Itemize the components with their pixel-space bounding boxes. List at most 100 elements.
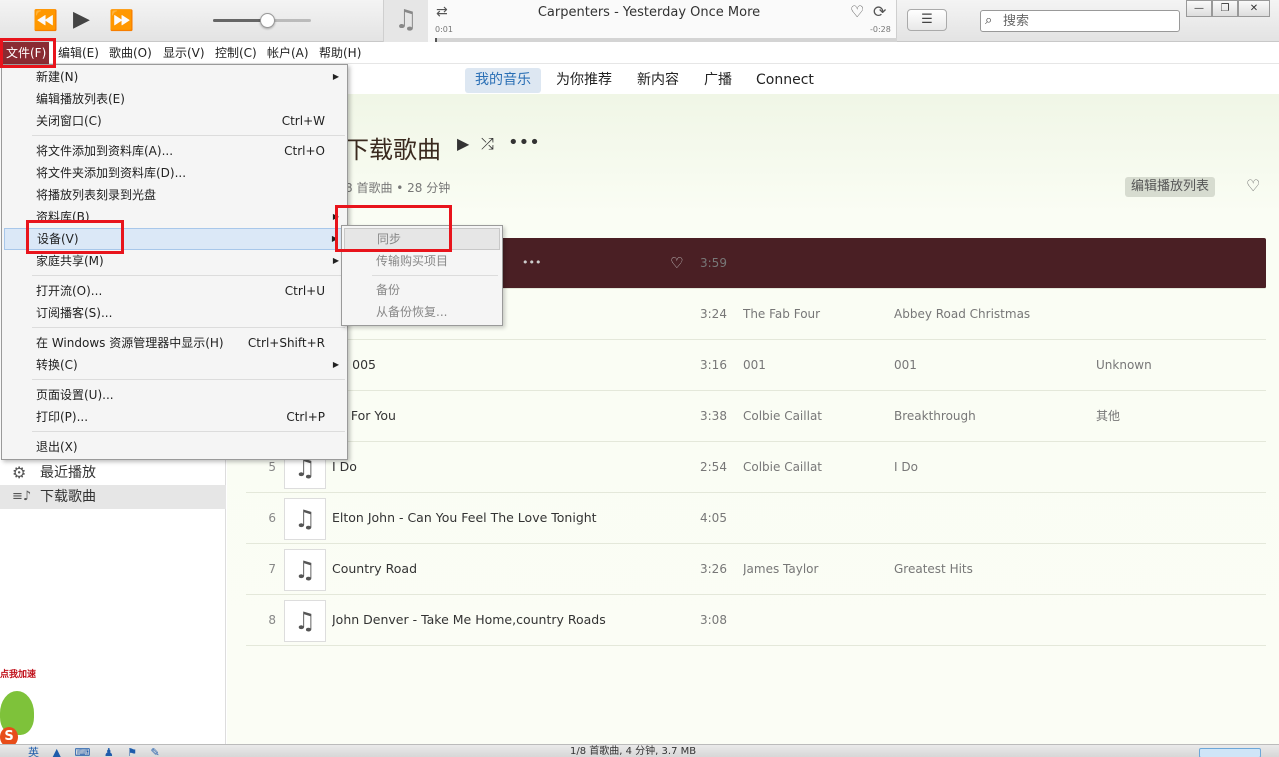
minimize-button[interactable]: — xyxy=(1186,0,1212,17)
more-icon[interactable]: ••• xyxy=(522,238,542,288)
submenu-label: 从备份恢复... xyxy=(376,305,448,319)
volume-knob[interactable] xyxy=(259,13,275,28)
play-icon[interactable]: ▶ xyxy=(73,8,90,32)
file-menu-new[interactable]: 新建(N) ▶ xyxy=(4,66,345,88)
accelerator-widget[interactable]: 点我加速 S xyxy=(0,665,40,747)
menu-edit[interactable]: 编辑(E) xyxy=(55,42,102,64)
album-art: ♫ xyxy=(284,498,326,540)
track-number: 7 xyxy=(268,562,276,576)
file-menu-page-setup[interactable]: 页面设置(U)... xyxy=(4,384,345,406)
sidebar-item-recently-played[interactable]: ⚙ 最近播放 xyxy=(0,461,226,485)
search-input[interactable] xyxy=(1003,12,1175,30)
file-menu-devices[interactable]: 设备(V) ▶ xyxy=(4,228,345,250)
file-menu-convert[interactable]: 转换(C) ▶ xyxy=(4,354,345,376)
tab-connect[interactable]: Connect xyxy=(746,68,824,93)
track-album xyxy=(894,238,1089,288)
playlist-view: 下载歌曲 ▶ ⤮ ••• 8 首歌曲 • 28 分钟 编辑播放列表 ♡ re••… xyxy=(227,94,1279,744)
file-menu-close-window[interactable]: 关闭窗口(C) Ctrl+W xyxy=(4,110,345,132)
previous-track-icon[interactable]: ⏪ xyxy=(33,8,58,32)
heart-icon[interactable]: ♡ xyxy=(670,238,690,288)
menu-item-label: 退出(X) xyxy=(36,440,78,454)
restore-button[interactable]: ❐ xyxy=(1212,0,1238,17)
file-menu-add-folder[interactable]: 将文件夹添加到资料库(D)... xyxy=(4,162,345,184)
music-note-icon: ♫ xyxy=(384,0,428,42)
file-menu-add-file[interactable]: 将文件添加到资料库(A)... Ctrl+O xyxy=(4,140,345,162)
menu-item-shortcut: Ctrl+W xyxy=(281,114,325,128)
tab-for-you[interactable]: 为你推荐 xyxy=(546,68,622,93)
file-menu-print[interactable]: 打印(P)... Ctrl+P xyxy=(4,406,345,428)
menu-separator xyxy=(32,275,345,276)
up-next-list-button[interactable]: ☰ xyxy=(907,9,947,31)
track-artist xyxy=(743,493,888,543)
album-art: ♫ xyxy=(284,549,326,591)
next-track-icon[interactable]: ⏩ xyxy=(109,8,134,32)
submenu-transfer-purchases[interactable]: 传输购买项目 xyxy=(344,250,500,272)
volume-fill xyxy=(213,19,267,22)
menu-account[interactable]: 帐户(A) xyxy=(264,42,312,64)
file-menu-subscribe-podcast[interactable]: 订阅播客(S)... xyxy=(4,302,345,324)
track-artist: James Taylor xyxy=(743,562,819,576)
menu-item-label: 将播放列表刻录到光盘 xyxy=(36,188,157,202)
track-row[interactable]: 6 ♫ Elton John - Can You Feel The Love Ton… xyxy=(246,493,1266,544)
submenu-backup[interactable]: 备份 xyxy=(344,279,500,301)
tray-icons[interactable]: 英 ▲ ⌨ ♟ ⚑ ✎ xyxy=(28,744,165,757)
more-icon[interactable]: ••• xyxy=(508,132,540,153)
menu-item-label: 订阅播客(S)... xyxy=(36,306,113,320)
file-menu-exit[interactable]: 退出(X) xyxy=(4,436,345,458)
play-icon[interactable]: ▶ xyxy=(457,134,469,153)
now-playing-display: ♫ ⇄ Carpenters - Yesterday Once More ♡ ⟳… xyxy=(383,0,897,42)
file-menu-library[interactable]: 资料库(B) ▶ xyxy=(4,206,345,228)
track-duration: 3:24 xyxy=(700,307,727,321)
heart-icon[interactable]: ♡ xyxy=(1246,176,1260,195)
menu-item-label: 资料库(B) xyxy=(36,210,90,224)
track-row[interactable]: 7 ♫ Country Road 3:26 James Taylor Greatest H… xyxy=(246,544,1266,595)
shuffle-icon[interactable]: ⤮ xyxy=(481,134,494,154)
shuffle-icon[interactable]: ⇄ xyxy=(436,4,448,20)
submenu-label: 备份 xyxy=(376,283,401,297)
repeat-icon[interactable]: ⟳ xyxy=(873,2,886,21)
menu-item-label: 打开流(O)... xyxy=(36,284,103,298)
close-button[interactable]: ✕ xyxy=(1238,0,1270,17)
track-row[interactable]: ♫lin For You3:38Colbie CaillatBreakthrou… xyxy=(246,391,1266,442)
track-row[interactable]: 8 ♫ John Denver - Take Me Home,country Roa… xyxy=(246,595,1266,646)
submenu-arrow-icon: ▶ xyxy=(331,234,338,243)
track-genre xyxy=(1096,544,1216,594)
menu-separator xyxy=(32,379,345,380)
file-menu-edit-playlist[interactable]: 编辑播放列表(E) xyxy=(4,88,345,110)
menu-item-label: 新建(N) xyxy=(36,70,79,84)
track-name: lin For You xyxy=(332,408,396,423)
menu-song[interactable]: 歌曲(O) xyxy=(106,42,155,64)
track-artist: Colbie Caillat xyxy=(743,460,822,474)
track-row[interactable]: 5 ♫ I Do 2:54 Colbie Caillat I Do xyxy=(246,442,1266,493)
file-menu-home-sharing[interactable]: 家庭共享(M) ▶ xyxy=(4,250,345,272)
menu-item-shortcut: Ctrl+U xyxy=(284,284,325,298)
menu-file[interactable]: 文件(F) xyxy=(3,42,50,64)
heart-icon[interactable]: ♡ xyxy=(850,2,864,21)
status-button[interactable] xyxy=(1199,748,1261,757)
menu-view[interactable]: 显示(V) xyxy=(160,42,208,64)
edit-playlist-button[interactable]: 编辑播放列表 xyxy=(1125,177,1216,197)
sidebar-item-downloaded-songs[interactable]: ≡♪ 下载歌曲 xyxy=(0,485,226,509)
tab-new[interactable]: 新内容 xyxy=(627,68,689,93)
search-box[interactable]: ⌕ xyxy=(980,10,1180,32)
track-number: 8 xyxy=(268,613,276,627)
track-duration: 3:08 xyxy=(700,613,727,627)
submenu-restore-backup[interactable]: 从备份恢复... xyxy=(344,301,500,323)
tab-radio[interactable]: 广播 xyxy=(694,68,742,93)
submenu-sync[interactable]: 同步 xyxy=(344,228,500,250)
file-menu-show-in-explorer[interactable]: 在 Windows 资源管理器中显示(H) Ctrl+Shift+R xyxy=(4,332,345,354)
submenu-arrow-icon: ▶ xyxy=(332,360,339,369)
menu-help[interactable]: 帮助(H) xyxy=(316,42,364,64)
track-row[interactable]: ♫5 / 0053:16001001Unknown xyxy=(246,340,1266,391)
track-name: I Do xyxy=(332,459,357,474)
menu-controls[interactable]: 控制(C) xyxy=(212,42,260,64)
file-menu-open-stream[interactable]: 打开流(O)... Ctrl+U xyxy=(4,280,345,302)
status-bar: 英 ▲ ⌨ ♟ ⚑ ✎ 1/8 首歌曲, 4 分钟, 3.7 MB xyxy=(0,744,1279,757)
track-duration: 4:05 xyxy=(700,511,727,525)
file-menu-burn-playlist[interactable]: 将播放列表刻录到光盘 xyxy=(4,184,345,206)
tab-my-music[interactable]: 我的音乐 xyxy=(465,68,541,93)
search-icon: ⌕ xyxy=(985,13,993,28)
player-bar: ⏪ ▶ ⏩ ♫ ⇄ Carpenters - Yesterday Once Mo… xyxy=(0,0,1279,42)
track-album: Breakthrough xyxy=(894,409,976,423)
track-duration: 3:59 xyxy=(700,256,727,270)
